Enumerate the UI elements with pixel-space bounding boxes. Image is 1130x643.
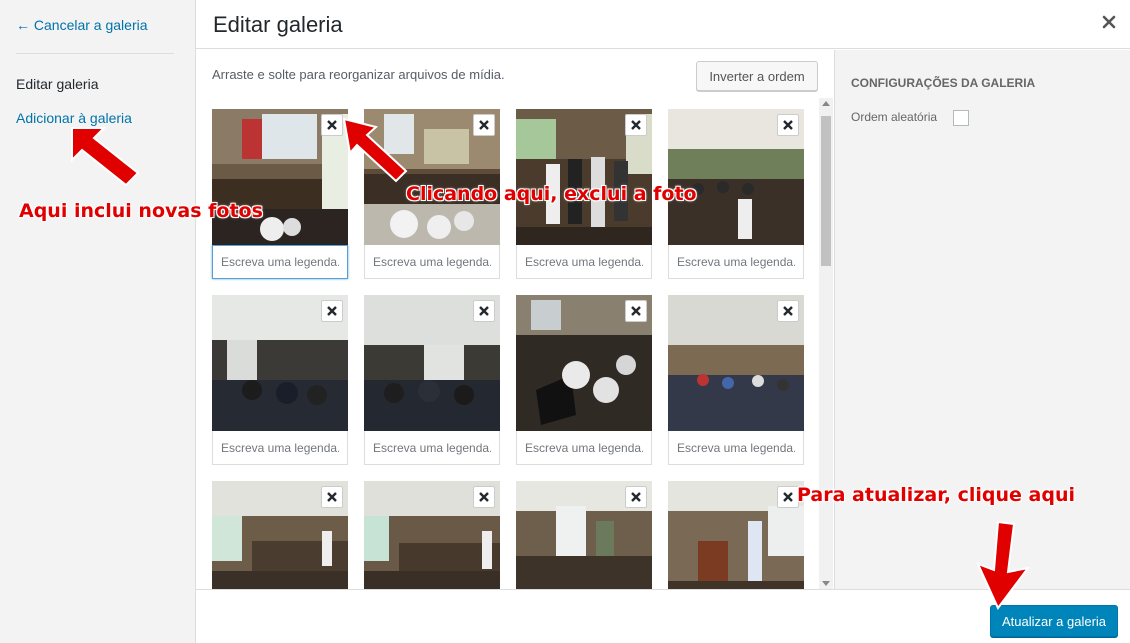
close-icon xyxy=(631,492,641,502)
instructions-text: Arraste e solte para reorganizar arquivo… xyxy=(212,67,505,82)
gallery-thumbnail[interactable] xyxy=(668,109,804,245)
menu-separator xyxy=(16,53,174,54)
close-icon xyxy=(783,306,793,316)
random-order-checkbox[interactable] xyxy=(953,110,969,126)
caption-input[interactable] xyxy=(516,431,652,465)
media-menu: ← Cancelar a galeria Editar galeria Adic… xyxy=(0,0,196,643)
gallery-thumbnail[interactable] xyxy=(668,481,804,589)
gallery-settings: Configurações da galeria Ordem aleatória xyxy=(834,50,1130,589)
gallery-thumbnail[interactable] xyxy=(668,295,804,431)
caption-input[interactable] xyxy=(668,431,804,465)
cancel-gallery-link[interactable]: ← Cancelar a galeria xyxy=(16,17,148,33)
gallery-thumbnail[interactable] xyxy=(212,295,348,431)
arrow-to-delete-button-icon xyxy=(342,117,408,183)
scroll-up-icon[interactable] xyxy=(822,101,830,106)
gallery-item[interactable] xyxy=(668,295,804,465)
caption-input[interactable] xyxy=(212,245,348,279)
settings-heading: Configurações da galeria xyxy=(851,76,1036,90)
close-icon xyxy=(479,306,489,316)
delete-photo-button[interactable] xyxy=(625,114,647,136)
caption-input[interactable] xyxy=(516,245,652,279)
delete-photo-button[interactable] xyxy=(473,114,495,136)
close-icon xyxy=(631,306,641,316)
caption-input[interactable] xyxy=(364,245,500,279)
close-icon xyxy=(327,306,337,316)
gallery-thumbnail[interactable] xyxy=(516,481,652,589)
close-icon xyxy=(1102,15,1116,29)
content-scrollbar[interactable] xyxy=(819,98,833,589)
page-title: Editar galeria xyxy=(213,12,343,37)
media-modal: ← Cancelar a galeria Editar galeria Adic… xyxy=(0,0,1130,643)
delete-photo-button[interactable] xyxy=(321,486,343,508)
gallery-item[interactable] xyxy=(516,481,652,589)
caption-input[interactable] xyxy=(212,431,348,465)
gallery-thumbnail[interactable] xyxy=(516,295,652,431)
close-icon xyxy=(479,120,489,130)
gallery-item[interactable] xyxy=(364,481,500,589)
gallery-item[interactable] xyxy=(668,481,804,589)
gallery-thumbnail[interactable] xyxy=(212,481,348,589)
arrow-to-update-button-icon xyxy=(976,520,1031,610)
scroll-down-icon[interactable] xyxy=(822,581,830,586)
random-order-label: Ordem aleatória xyxy=(851,110,938,124)
caption-input[interactable] xyxy=(364,431,500,465)
gallery-thumbnail[interactable] xyxy=(364,295,500,431)
scrollbar-thumb[interactable] xyxy=(821,116,831,266)
delete-photo-button[interactable] xyxy=(777,486,799,508)
close-icon xyxy=(327,120,337,130)
close-icon xyxy=(479,492,489,502)
add-to-gallery-link[interactable]: Adicionar à galeria xyxy=(16,110,132,126)
caption-input[interactable] xyxy=(668,245,804,279)
close-icon xyxy=(631,120,641,130)
delete-photo-button[interactable] xyxy=(777,300,799,322)
edit-gallery-menu-item[interactable]: Editar galeria xyxy=(16,76,99,92)
gallery-item[interactable] xyxy=(212,109,348,279)
gallery-content: Arraste e solte para reorganizar arquivo… xyxy=(196,50,834,589)
gallery-thumbnail[interactable] xyxy=(516,109,652,245)
gallery-item[interactable] xyxy=(364,295,500,465)
arrow-to-add-link-icon xyxy=(71,127,140,187)
add-photos-annotation: Aqui inclui novas fotos xyxy=(19,200,263,222)
update-gallery-annotation: Para atualizar, clique aqui xyxy=(797,484,1075,506)
close-icon xyxy=(327,492,337,502)
delete-photo-button[interactable] xyxy=(625,300,647,322)
delete-photo-annotation: Clicando aqui, exclui a foto xyxy=(406,183,697,205)
close-button[interactable] xyxy=(1098,11,1120,33)
delete-photo-button[interactable] xyxy=(473,486,495,508)
gallery-thumbnail[interactable] xyxy=(212,109,348,245)
delete-photo-button[interactable] xyxy=(777,114,799,136)
reverse-order-button[interactable]: Inverter a ordem xyxy=(696,61,818,91)
gallery-item[interactable] xyxy=(516,295,652,465)
gallery-item[interactable] xyxy=(212,481,348,589)
delete-photo-button[interactable] xyxy=(625,486,647,508)
gallery-item[interactable] xyxy=(212,295,348,465)
close-icon xyxy=(783,492,793,502)
delete-photo-button[interactable] xyxy=(321,300,343,322)
gallery-thumbnail[interactable] xyxy=(364,481,500,589)
delete-photo-button[interactable] xyxy=(473,300,495,322)
close-icon xyxy=(783,120,793,130)
modal-header: Editar galeria xyxy=(196,0,1130,49)
